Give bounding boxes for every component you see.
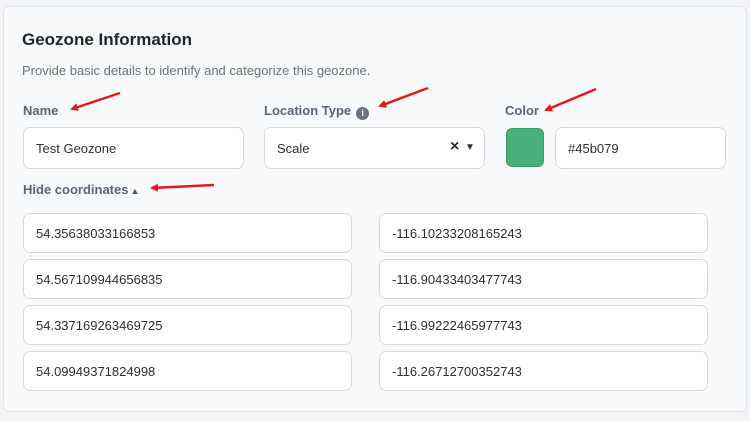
arrow-location-type-icon [378, 86, 429, 108]
annotation-arrows [70, 86, 597, 192]
arrow-hide-coordinates-icon [150, 183, 215, 192]
arrow-color-icon [544, 87, 597, 112]
arrow-name-icon [70, 91, 121, 111]
